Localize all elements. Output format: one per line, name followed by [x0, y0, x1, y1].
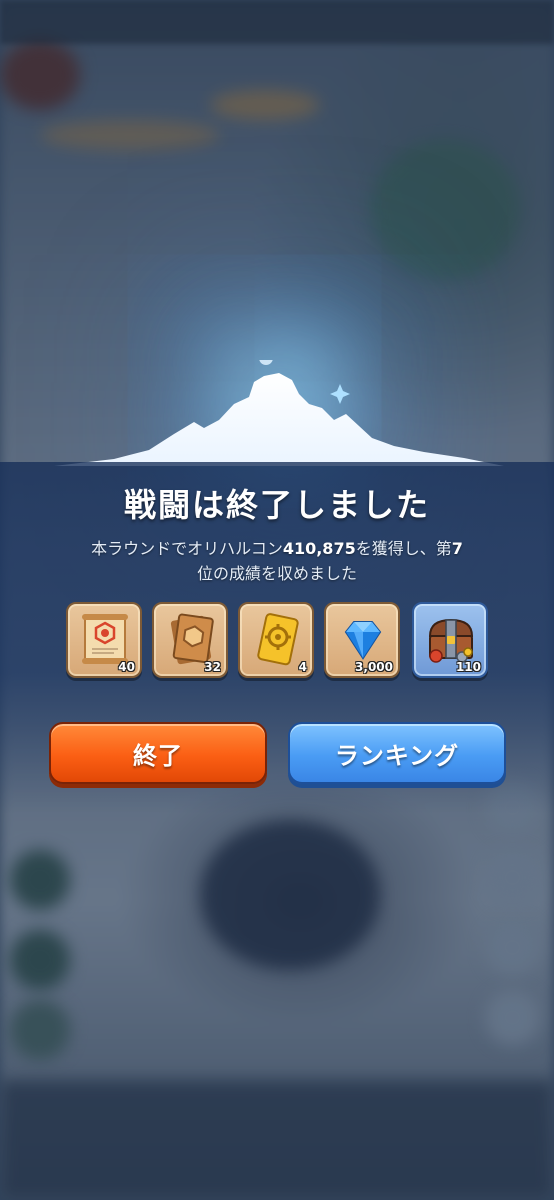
result-title: 戦闘は終了しました: [123, 486, 430, 524]
desc-middle: を獲得し、第: [355, 539, 452, 558]
ranking-button[interactable]: ランキング: [288, 722, 506, 784]
reward-item[interactable]: 40: [66, 602, 142, 678]
exit-button-label: 終了: [133, 741, 183, 770]
reward-item[interactable]: 4: [238, 602, 314, 678]
orichalcum-amount: 410,875: [282, 539, 356, 558]
reward-item[interactable]: 3,000: [324, 602, 400, 678]
exit-button[interactable]: 終了: [49, 722, 267, 784]
reward-count: 3,000: [355, 660, 393, 674]
reward-count: 110: [455, 660, 481, 674]
rank-number: 7: [451, 539, 463, 558]
ranking-button-label: ランキング: [334, 741, 460, 770]
reward-item[interactable]: 32: [152, 602, 228, 678]
reward-list: 40 32 4 3,000 110: [66, 602, 488, 680]
reward-item[interactable]: 110: [412, 602, 488, 678]
gold-ticket-icon: [257, 613, 299, 666]
mountain-silhouette-icon: [54, 360, 504, 466]
desc-suffix: 位の成績を収めました: [196, 564, 357, 583]
desc-prefix: 本ラウンドでオリハルコン: [91, 539, 283, 558]
result-description: 本ラウンドでオリハルコン410,875を獲得し、第7 位の成績を収めました: [60, 536, 494, 586]
reward-count: 4: [298, 660, 307, 674]
reward-count: 40: [118, 660, 135, 674]
reward-count: 32: [204, 660, 221, 674]
